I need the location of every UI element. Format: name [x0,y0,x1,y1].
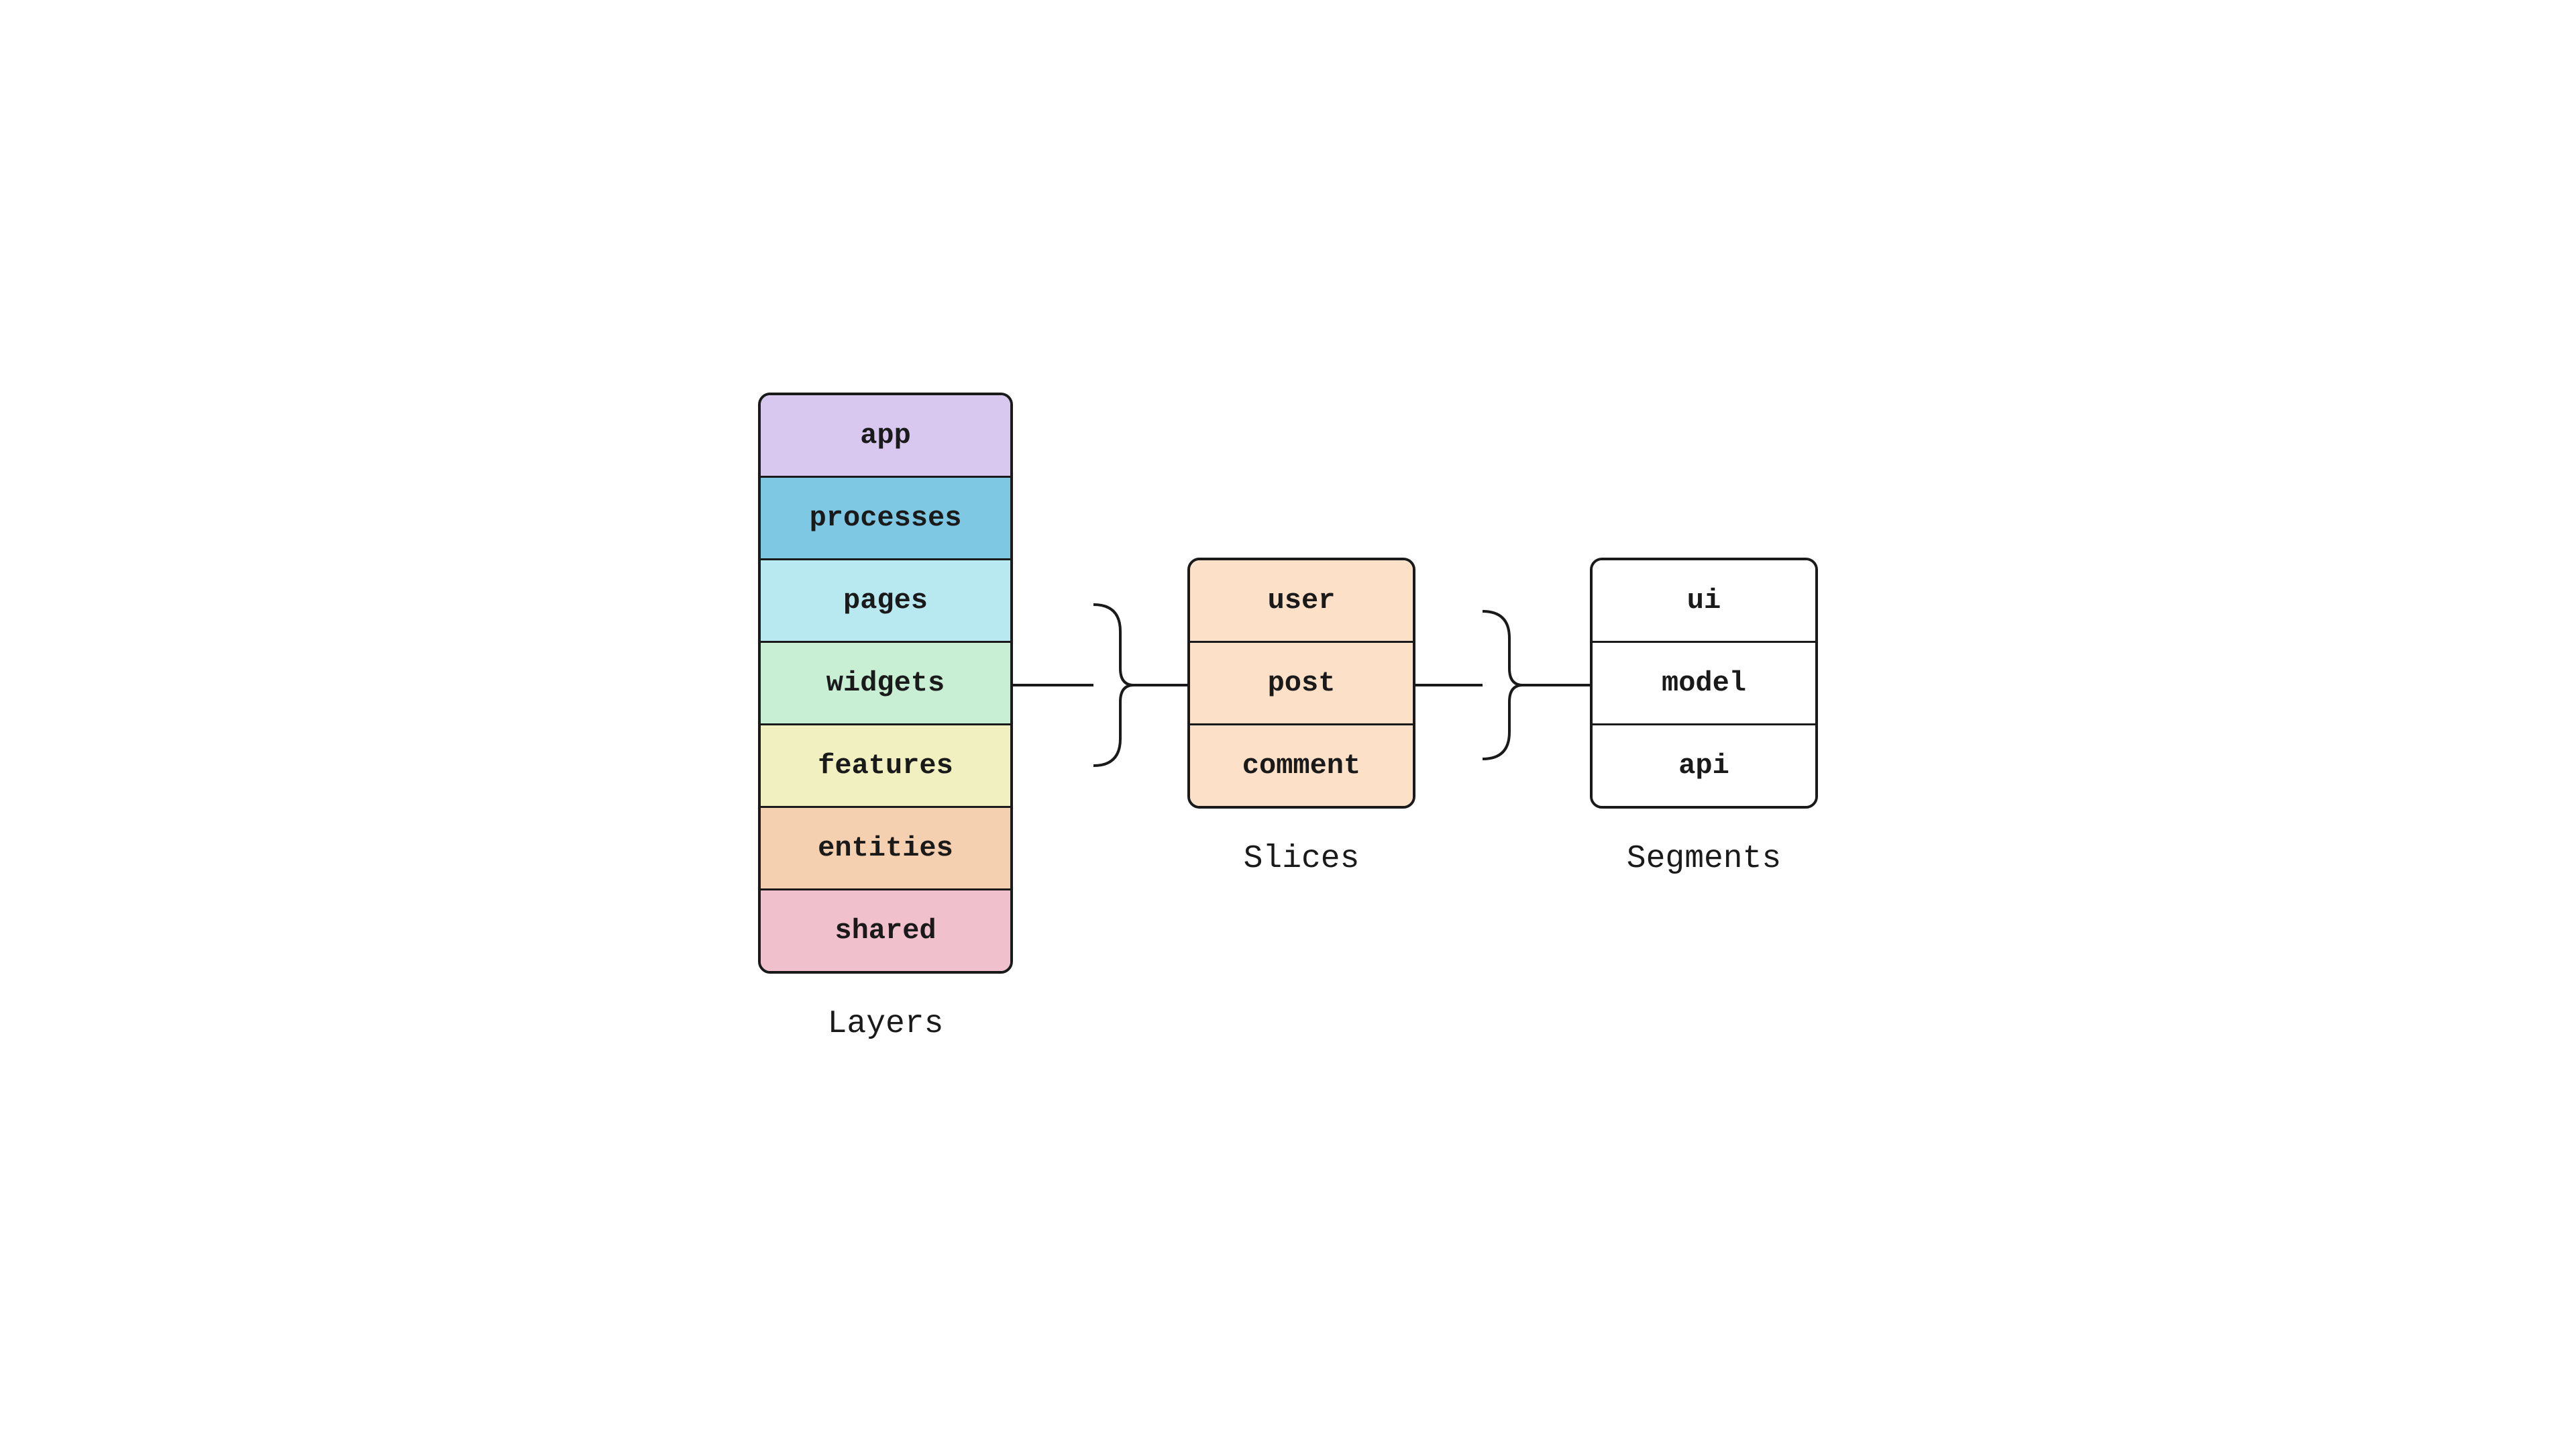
layers-to-slices-connector [1013,484,1187,886]
slices-column: user post comment Slices [1187,558,1415,877]
slices-label: Slices [1244,841,1360,877]
layer-features: features [761,725,1010,808]
layer-app: app [761,395,1010,478]
segment-ui: ui [1593,560,1815,643]
layer-widgets: widgets [761,643,1010,725]
segment-api: api [1593,725,1815,806]
slices-to-segments-connector [1415,558,1590,813]
diagram-container: app processes pages widgets features ent… [758,393,1818,1042]
layers-label: Layers [828,1006,944,1042]
segment-model: model [1593,643,1815,725]
layer-shared: shared [761,890,1010,971]
layers-column: app processes pages widgets features ent… [758,393,1013,1042]
slice-post: post [1190,643,1413,725]
layer-pages: pages [761,560,1010,643]
segments-stack: ui model api [1590,558,1818,809]
layer-entities: entities [761,808,1010,890]
slices-stack: user post comment [1187,558,1415,809]
segments-column: ui model api Segments [1590,558,1818,877]
slice-comment: comment [1190,725,1413,806]
layer-processes: processes [761,478,1010,560]
slice-user: user [1190,560,1413,643]
segments-label: Segments [1627,841,1781,877]
layers-stack: app processes pages widgets features ent… [758,393,1013,974]
